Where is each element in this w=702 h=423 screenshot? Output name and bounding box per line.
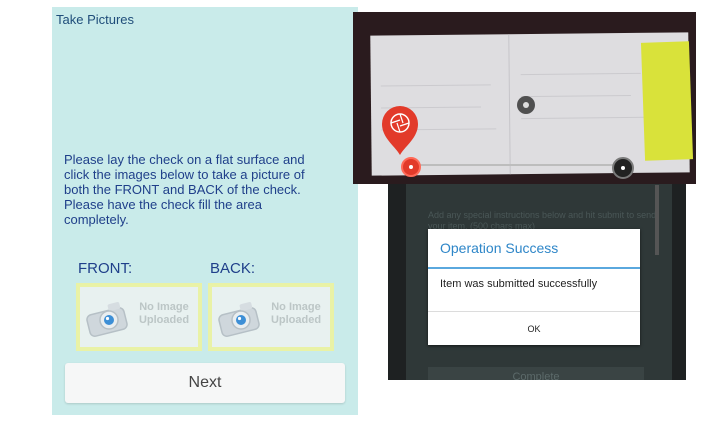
camera-icon bbox=[86, 302, 128, 337]
check-line bbox=[520, 94, 631, 98]
front-image-upload[interactable]: No Image Uploaded bbox=[76, 283, 202, 351]
scrollbar[interactable] bbox=[655, 185, 659, 255]
check-line bbox=[521, 116, 647, 120]
check-line bbox=[380, 84, 491, 87]
back-image-upload[interactable]: No Image Uploaded bbox=[208, 283, 334, 351]
camera-icon bbox=[218, 302, 260, 337]
check-line bbox=[520, 72, 641, 76]
success-dialog: Operation Success Item was submitted suc… bbox=[428, 229, 640, 345]
paper-fold bbox=[508, 34, 511, 175]
capture-button[interactable] bbox=[612, 157, 634, 179]
ok-button[interactable]: OK bbox=[428, 312, 640, 345]
page-title: Take Pictures bbox=[56, 12, 135, 27]
dialog-title-divider bbox=[428, 267, 640, 269]
dialog-message: Item was submitted successfully bbox=[440, 278, 598, 290]
front-no-image-text: No Image Uploaded bbox=[138, 301, 190, 326]
focus-point-icon[interactable] bbox=[517, 96, 535, 114]
back-no-image-text: No Image Uploaded bbox=[270, 301, 322, 326]
take-pictures-screen: Take Pictures Please lay the check on a … bbox=[52, 7, 358, 415]
complete-button: Complete bbox=[428, 367, 644, 380]
zoom-slider-handle[interactable] bbox=[401, 157, 421, 177]
sticky-note bbox=[640, 41, 694, 161]
aperture-icon[interactable] bbox=[379, 104, 421, 156]
back-label: BACK: bbox=[210, 260, 256, 277]
next-button[interactable]: Next bbox=[65, 363, 345, 403]
front-label: FRONT: bbox=[78, 260, 133, 277]
dialog-title: Operation Success bbox=[440, 240, 559, 256]
zoom-slider-track[interactable] bbox=[412, 164, 624, 166]
instructions-text: Please lay the check on a flat surface a… bbox=[64, 152, 305, 227]
